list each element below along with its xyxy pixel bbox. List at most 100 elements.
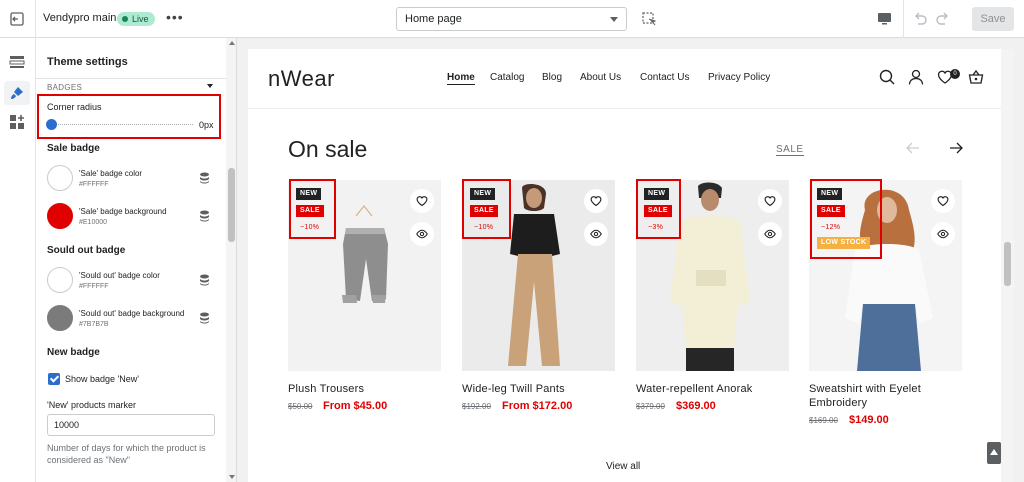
badge-highlight bbox=[289, 179, 336, 239]
add-to-wishlist-button[interactable] bbox=[931, 189, 955, 213]
product-title[interactable]: Plush Trousers bbox=[288, 382, 441, 396]
add-to-wishlist-button[interactable] bbox=[410, 189, 434, 213]
inspect-icon[interactable] bbox=[642, 12, 656, 26]
sold-out-badge-background-hex: #7B7B7B bbox=[79, 321, 109, 328]
preview-scrollbar-thumb[interactable] bbox=[1004, 242, 1011, 286]
quick-view-button[interactable] bbox=[758, 222, 782, 246]
rail-theme-settings-button[interactable] bbox=[4, 81, 30, 105]
editor-topbar: Vendypro main Live ••• Home page Save bbox=[0, 0, 1024, 38]
product-sale-price: $149.00 bbox=[849, 414, 889, 426]
nav-blog[interactable]: Blog bbox=[542, 72, 562, 83]
eye-icon bbox=[764, 229, 776, 239]
panel-scrollbar[interactable] bbox=[226, 38, 236, 482]
sale-badge-title: Sale badge bbox=[47, 143, 100, 154]
section-title: On sale bbox=[288, 136, 368, 162]
theme-settings-icon bbox=[11, 87, 23, 99]
header-divider bbox=[248, 108, 1001, 109]
page-select-value: Home page bbox=[405, 13, 462, 25]
nav-about-us[interactable]: About Us bbox=[580, 72, 621, 83]
quick-view-button[interactable] bbox=[410, 222, 434, 246]
sold-out-badge-color-swatch[interactable] bbox=[47, 267, 73, 293]
rail-apps-button[interactable] bbox=[4, 110, 30, 134]
topbar-divider bbox=[903, 0, 904, 38]
quick-view-button[interactable] bbox=[931, 222, 955, 246]
product-old-price: $50.00 bbox=[288, 402, 313, 411]
database-icon[interactable] bbox=[199, 312, 210, 324]
page-select[interactable]: Home page bbox=[396, 7, 627, 31]
badge-highlight bbox=[462, 179, 511, 239]
add-to-wishlist-button[interactable] bbox=[584, 189, 608, 213]
scroll-up-arrow[interactable] bbox=[229, 41, 235, 45]
live-status-badge: Live bbox=[117, 12, 155, 26]
store-preview: nWear Home Catalog Blog About Us Contact… bbox=[248, 49, 1001, 482]
sold-out-badge-color-label: 'Sould out' badge color bbox=[79, 271, 160, 280]
product-old-price: $379.00 bbox=[636, 402, 665, 411]
preview-scrollbar[interactable] bbox=[1001, 49, 1014, 482]
eye-icon bbox=[590, 229, 602, 239]
new-marker-input[interactable]: 10000 bbox=[47, 414, 215, 436]
desktop-icon[interactable] bbox=[877, 11, 892, 26]
cart-icon[interactable] bbox=[968, 69, 984, 85]
new-marker-help: Number of days for which the product is … bbox=[47, 443, 206, 465]
product-sale-price: From $45.00 bbox=[323, 400, 388, 412]
chevron-down-icon bbox=[610, 17, 618, 22]
undo-icon[interactable] bbox=[912, 11, 928, 27]
product-old-price: $192.00 bbox=[462, 402, 491, 411]
nav-privacy-policy[interactable]: Privacy Policy bbox=[708, 72, 770, 83]
arrow-left-icon[interactable] bbox=[906, 141, 920, 155]
apps-icon bbox=[10, 115, 24, 129]
wishlist-count-badge: 0 bbox=[950, 69, 960, 79]
section-heading-badges[interactable]: BADGES bbox=[47, 83, 82, 92]
sale-badge-color-swatch[interactable] bbox=[47, 165, 73, 191]
topbar-divider bbox=[35, 0, 36, 38]
product-old-price: $169.00 bbox=[809, 416, 838, 425]
redo-icon[interactable] bbox=[935, 11, 951, 27]
nav-contact-us[interactable]: Contact Us bbox=[640, 72, 689, 83]
exit-icon[interactable] bbox=[9, 11, 25, 27]
chevron-down-icon[interactable] bbox=[207, 84, 213, 88]
panel-scrollbar-thumb[interactable] bbox=[228, 168, 235, 242]
arrow-right-icon[interactable] bbox=[949, 141, 963, 155]
badge-highlight bbox=[636, 179, 681, 239]
save-button[interactable]: Save bbox=[972, 7, 1014, 31]
database-icon[interactable] bbox=[199, 172, 210, 184]
scroll-top-icon[interactable] bbox=[987, 442, 1001, 464]
sale-badge-background-label: 'Sale' badge background bbox=[79, 207, 167, 216]
scroll-down-arrow[interactable] bbox=[229, 475, 235, 479]
nav-home[interactable]: Home bbox=[447, 72, 475, 85]
sale-badge-color-label: 'Sale' badge color bbox=[79, 169, 143, 178]
sale-badge-background-swatch[interactable] bbox=[47, 203, 73, 229]
sold-out-badge-background-swatch[interactable] bbox=[47, 305, 73, 331]
account-icon[interactable] bbox=[908, 69, 924, 85]
more-actions-button[interactable]: ••• bbox=[166, 9, 184, 25]
database-icon[interactable] bbox=[199, 274, 210, 286]
theme-name: Vendypro main bbox=[43, 12, 117, 24]
show-new-badge-label: Show badge 'New' bbox=[65, 374, 139, 384]
quick-view-button[interactable] bbox=[584, 222, 608, 246]
search-icon[interactable] bbox=[879, 69, 895, 85]
heart-icon bbox=[590, 196, 602, 207]
badge-highlight bbox=[810, 179, 882, 259]
show-new-badge-checkbox[interactable] bbox=[48, 373, 60, 385]
panel-divider bbox=[36, 78, 226, 79]
product-title[interactable]: Sweatshirt with Eyelet Embroidery bbox=[809, 382, 962, 410]
heart-icon bbox=[764, 196, 776, 207]
product-title[interactable]: Wide-leg Twill Pants bbox=[462, 382, 615, 396]
nav-catalog[interactable]: Catalog bbox=[490, 72, 524, 83]
rail-sections-button[interactable] bbox=[4, 50, 30, 74]
view-all-link[interactable]: View all bbox=[606, 461, 640, 472]
editor-rail bbox=[0, 38, 36, 482]
section-sale-link[interactable]: SALE bbox=[776, 144, 804, 156]
sale-badge-background-hex: #E10000 bbox=[79, 219, 108, 226]
product-title[interactable]: Water-repellent Anorak bbox=[636, 382, 789, 396]
new-badge-title: New badge bbox=[47, 347, 100, 358]
new-marker-label: 'New' products marker bbox=[47, 400, 136, 410]
eye-icon bbox=[416, 229, 428, 239]
add-to-wishlist-button[interactable] bbox=[758, 189, 782, 213]
sale-badge-color-hex: #FFFFFF bbox=[79, 181, 109, 188]
database-icon[interactable] bbox=[199, 210, 210, 222]
eye-icon bbox=[937, 229, 949, 239]
panel-title: Theme settings bbox=[47, 56, 128, 68]
product-sale-price: From $172.00 bbox=[502, 400, 573, 412]
store-logo[interactable]: nWear bbox=[268, 66, 335, 92]
